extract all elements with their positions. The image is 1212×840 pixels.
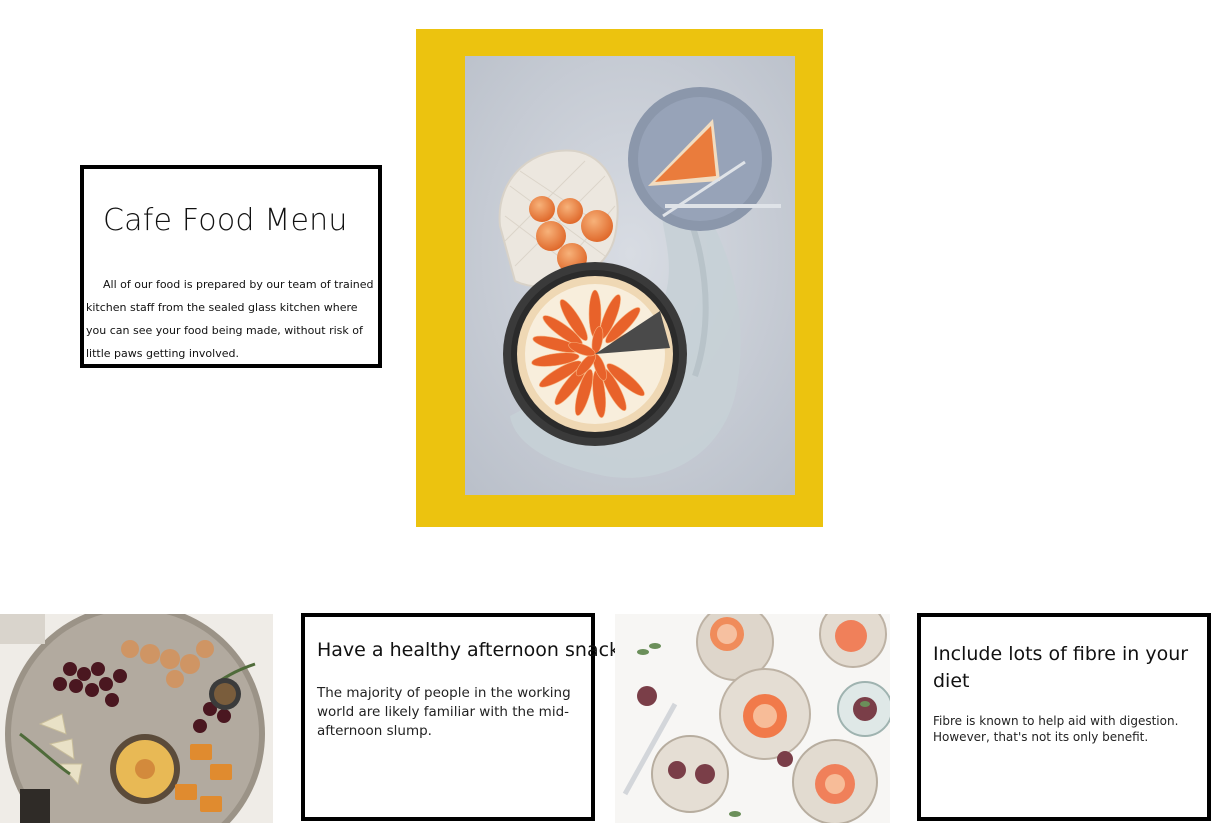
snack-platter-image	[0, 614, 273, 823]
grapefruit-breakfast-image	[615, 614, 890, 823]
fibre-diet-card: Include lots of fibre in your diet Fibre…	[917, 613, 1211, 821]
healthy-snack-card: Have a healthy afternoon snack The major…	[301, 613, 620, 821]
card-text: The majority of people in the working wo…	[317, 685, 571, 739]
feature-image-frame	[416, 29, 823, 527]
snack-platter-photo	[0, 614, 273, 823]
card-title: Have a healthy afternoon snack	[317, 639, 621, 661]
intro-description: All of our food is prepared by our team …	[86, 278, 374, 360]
grapefruit-breakfast-photo	[615, 614, 890, 823]
intro-card: Cafe Food Menu All of our food is prepar…	[80, 165, 382, 368]
card-text: Fibre is known to help aid with digestio…	[933, 714, 1179, 744]
apricot-tart-photo	[465, 56, 795, 495]
page-title: Cafe Food Menu	[103, 203, 348, 238]
card-title: Include lots of fibre in your diet	[933, 643, 1189, 692]
